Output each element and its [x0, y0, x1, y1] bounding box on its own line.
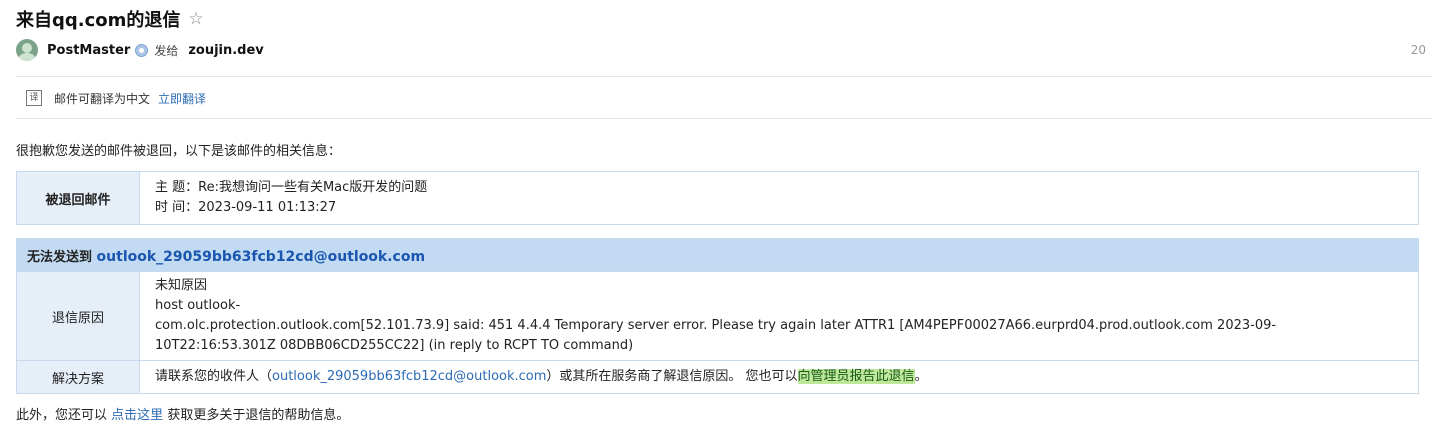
verified-sender-icon — [135, 43, 149, 57]
returned-mail-table: 被退回邮件 主 题：Re:我想询问一些有关Mac版开发的问题 时 间：2023-… — [16, 171, 1419, 225]
report-to-admin-link[interactable]: 向管理员报告此退信 — [797, 369, 915, 384]
reason-line: 未知原因 — [155, 278, 208, 293]
returned-mail-label: 被退回邮件 — [16, 171, 140, 225]
reason-label: 退信原因 — [16, 271, 140, 361]
star-icon[interactable]: ☆ — [188, 10, 203, 28]
to-label: 发给 — [154, 43, 179, 58]
translate-text: 邮件可翻译为中文 — [54, 91, 151, 106]
recipient-name[interactable]: zoujin.dev — [188, 43, 263, 58]
returned-subject-line: 主 题：Re:我想询问一些有关Mac版开发的问题 — [155, 180, 428, 195]
solution-end: 。 — [914, 369, 928, 384]
translate-bar: 译 邮件可翻译为中文 立即翻译 — [26, 86, 206, 110]
click-here-link[interactable]: 点击这里 — [111, 408, 163, 423]
translate-icon: 译 — [26, 90, 42, 106]
subject-row: 来自qq.com的退信 ☆ — [16, 4, 204, 34]
failure-header: 无法发送到 outlook_29059bb63fcb12cd@outlook.c… — [16, 238, 1419, 272]
reason-line: host outlook- — [155, 298, 241, 313]
reason-line: com.olc.protection.outlook.com[52.101.73… — [155, 318, 1277, 333]
footer-help: 此外，您还可以 点击这里 获取更多关于退信的帮助信息。 — [16, 404, 349, 423]
footer-suffix: 获取更多关于退信的帮助信息。 — [167, 408, 350, 423]
failure-header-prefix: 无法发送到 — [27, 249, 93, 265]
failed-address[interactable]: outlook_29059bb63fcb12cd@outlook.com — [97, 249, 426, 265]
intro-text: 很抱歉您发送的邮件被退回，以下是该邮件的相关信息： — [16, 144, 342, 159]
solution-middle: ）或其所在服务商了解退信原因。 您也可以 — [546, 369, 798, 384]
reason-cell: 未知原因 host outlook- com.olc.protection.ou… — [139, 271, 1419, 361]
sender-row: PostMaster 发给 zoujin.dev 20 — [16, 38, 1426, 62]
avatar[interactable] — [16, 39, 38, 61]
email-subject: 来自qq.com的退信 — [16, 10, 181, 31]
reason-line: 10T22:16:53.301Z 08DBB06CD255CC22] (in r… — [155, 338, 634, 353]
returned-time-line: 时 间：2023-09-11 01:13:27 — [155, 200, 337, 215]
failure-table: 无法发送到 outlook_29059bb63fcb12cd@outlook.c… — [16, 238, 1419, 394]
divider — [16, 76, 1432, 77]
solution-address-link[interactable]: outlook_29059bb63fcb12cd@outlook.com — [272, 369, 546, 384]
translate-now-link[interactable]: 立即翻译 — [158, 90, 206, 107]
divider — [16, 118, 1432, 119]
solution-label: 解决方案 — [16, 360, 140, 394]
email-date: 20 — [1410, 43, 1426, 57]
footer-prefix: 此外，您还可以 — [16, 408, 108, 423]
sender-name[interactable]: PostMaster — [47, 43, 130, 58]
solution-prefix: 请联系您的收件人（ — [155, 369, 273, 384]
solution-cell: 请联系您的收件人（outlook_29059bb63fcb12cd@outloo… — [139, 360, 1419, 394]
